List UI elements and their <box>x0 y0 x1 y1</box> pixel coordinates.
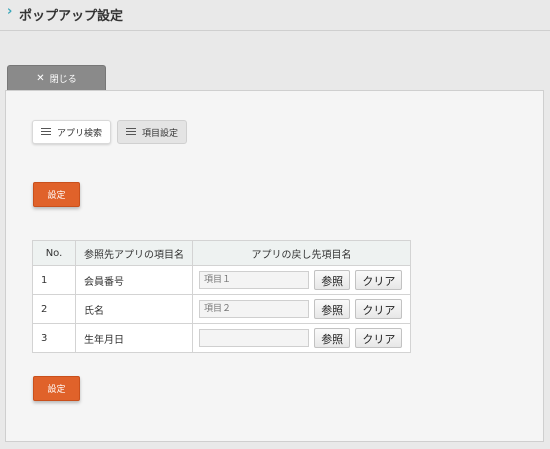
table-row: 1 会員番号 参照 クリア <box>32 265 411 295</box>
mapping-table: No. 参照先アプリの項目名 アプリの戻し先項目名 1 会員番号 参照 クリア … <box>32 240 411 353</box>
list-icon <box>126 128 137 136</box>
tab-label: アプリ検索 <box>57 128 103 139</box>
column-header-no: No. <box>32 240 76 266</box>
chevron-right-icon: › <box>7 4 13 19</box>
reference-button[interactable]: 参照 <box>314 299 351 319</box>
close-icon: ✕ <box>36 73 45 84</box>
row-number: 3 <box>32 323 76 353</box>
column-header-source: 参照先アプリの項目名 <box>75 240 193 266</box>
set-button-top[interactable]: 設定 <box>33 182 80 207</box>
list-icon <box>41 128 51 136</box>
tab-bar: アプリ検索 項目設定 <box>32 120 188 144</box>
page-header: › ポップアップ設定 <box>0 0 550 31</box>
table-header-row: No. 参照先アプリの項目名 アプリの戻し先項目名 <box>32 240 411 266</box>
source-field-name: 氏名 <box>75 294 193 324</box>
target-field-input[interactable] <box>199 300 309 318</box>
target-controls: 参照 クリア <box>192 294 411 324</box>
tab-app-search[interactable]: アプリ検索 <box>32 120 112 144</box>
column-header-target: アプリの戻し先項目名 <box>192 240 411 266</box>
target-controls: 参照 クリア <box>192 265 411 295</box>
clear-button[interactable]: クリア <box>355 299 403 319</box>
settings-panel: アプリ検索 項目設定 設定 No. 参照先アプリの項目名 アプリの戻し先項目名 … <box>5 90 544 442</box>
reference-button[interactable]: 参照 <box>314 270 351 290</box>
close-button[interactable]: ✕ 閉じる <box>7 65 106 91</box>
source-field-name: 会員番号 <box>75 265 193 295</box>
page-title: ポップアップ設定 <box>19 9 124 24</box>
target-field-input[interactable] <box>199 271 309 289</box>
source-field-name: 生年月日 <box>75 323 193 353</box>
clear-button[interactable]: クリア <box>355 270 403 290</box>
tab-item-settings[interactable]: 項目設定 <box>117 120 188 144</box>
table-row: 2 氏名 参照 クリア <box>32 294 411 324</box>
tab-label: 項目設定 <box>142 128 179 139</box>
close-button-label: 閉じる <box>49 75 77 85</box>
row-number: 1 <box>32 265 76 295</box>
reference-button[interactable]: 参照 <box>314 328 351 348</box>
row-number: 2 <box>32 294 76 324</box>
target-field-input[interactable] <box>199 329 309 347</box>
table-row: 3 生年月日 参照 クリア <box>32 323 411 353</box>
set-button-bottom[interactable]: 設定 <box>33 376 80 401</box>
target-controls: 参照 クリア <box>192 323 411 353</box>
clear-button[interactable]: クリア <box>355 328 403 348</box>
